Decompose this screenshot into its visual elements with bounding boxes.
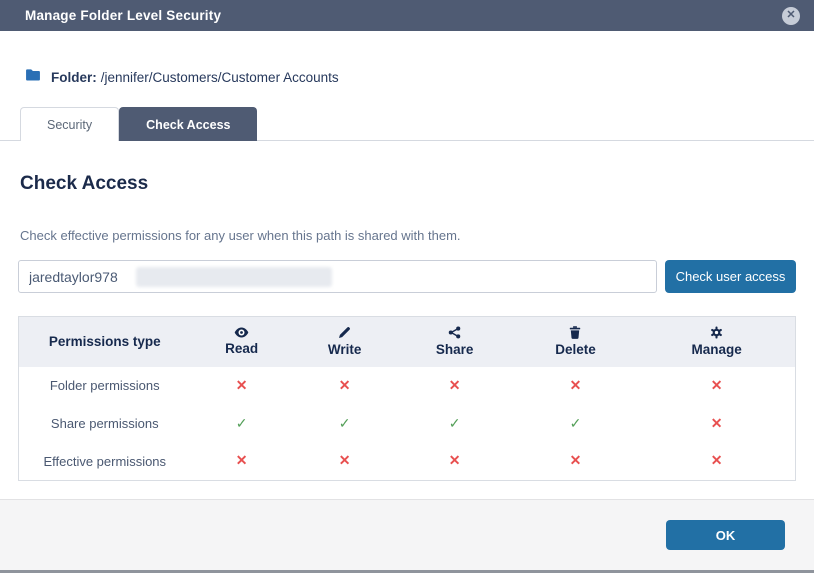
cross-icon: ✕ — [449, 378, 461, 392]
permission-cell: ✕ — [191, 367, 293, 405]
column-share: Share — [397, 317, 513, 367]
check-icon: ✓ — [339, 416, 351, 430]
permissions-table-body: Folder permissions✕✕✕✕✕Share permissions… — [19, 367, 796, 481]
tab-check-access[interactable]: Check Access — [119, 107, 257, 141]
tab-bar: Security Check Access — [0, 107, 814, 141]
column-label-write: Write — [328, 342, 362, 357]
table-row: Share permissions ✓ ✓ ✓ ✓ ✕ — [19, 405, 796, 443]
permission-cell: ✕ — [293, 443, 397, 481]
cross-icon: ✕ — [711, 416, 723, 430]
permission-cell: ✕ — [638, 443, 795, 481]
column-label-read: Read — [225, 341, 258, 356]
permission-cell: ✓ — [513, 405, 639, 443]
cross-icon: ✕ — [570, 378, 582, 392]
row-label: Share permissions — [19, 405, 191, 443]
dialog-titlebar: Manage Folder Level Security ✕ — [0, 0, 814, 31]
gear-icon — [710, 326, 723, 339]
check-icon: ✓ — [236, 416, 248, 430]
column-write: Write — [293, 317, 397, 367]
dialog-footer: OK — [0, 499, 814, 570]
page-title: Check Access — [20, 173, 796, 195]
permission-cell: ✓ — [397, 405, 513, 443]
permission-cell: ✕ — [513, 443, 639, 481]
tab-panel-check-access: Check Access Check effective permissions… — [0, 141, 814, 499]
folder-path-row: Folder: /jennifer/Customers/Customer Acco… — [25, 66, 789, 88]
permission-cell: ✕ — [293, 367, 397, 405]
share-icon — [448, 326, 461, 339]
column-manage: Manage — [638, 317, 795, 367]
table-row: Effective permissions ✕ ✕ ✕ ✕ ✕ — [19, 443, 796, 481]
ok-button[interactable]: OK — [666, 520, 785, 550]
cross-icon: ✕ — [339, 453, 351, 467]
permission-cell: ✕ — [638, 367, 795, 405]
column-read: Read — [191, 317, 293, 367]
folder-path: /jennifer/Customers/Customer Accounts — [101, 70, 339, 85]
permission-cell: ✕ — [191, 443, 293, 481]
check-icon: ✓ — [570, 416, 582, 430]
permission-cell: ✕ — [513, 367, 639, 405]
cross-icon: ✕ — [449, 453, 461, 467]
tab-security[interactable]: Security — [20, 107, 119, 141]
username-input-wrap — [18, 260, 657, 293]
permission-cell: ✕ — [397, 367, 513, 405]
folder-icon — [25, 68, 41, 87]
check-user-access-button[interactable]: Check user access — [665, 260, 796, 293]
column-delete: Delete — [513, 317, 639, 367]
cross-icon: ✕ — [236, 453, 248, 467]
column-label-manage: Manage — [691, 342, 741, 357]
table-row: Folder permissions ✕ ✕ ✕ ✕ ✕ — [19, 367, 796, 405]
close-icon[interactable]: ✕ — [782, 7, 800, 25]
user-check-row: Check user access — [18, 260, 796, 293]
table-header-row: Permissions type Read — [19, 317, 796, 367]
column-label-share: Share — [436, 342, 474, 357]
eye-icon — [234, 327, 249, 338]
manage-folder-security-dialog: Manage Folder Level Security ✕ Folder: /j… — [0, 0, 814, 570]
trash-icon — [569, 326, 581, 339]
permissions-type-header: Permissions type — [19, 317, 191, 367]
permission-cell: ✓ — [191, 405, 293, 443]
username-input[interactable] — [18, 260, 657, 293]
row-label: Effective permissions — [19, 443, 191, 481]
dialog-title: Manage Folder Level Security — [25, 8, 782, 23]
permission-cell: ✕ — [638, 405, 795, 443]
cross-icon: ✕ — [339, 378, 351, 392]
cross-icon: ✕ — [570, 453, 582, 467]
folder-label: Folder: — [51, 70, 97, 85]
row-label: Folder permissions — [19, 367, 191, 405]
folder-path-text: Folder: /jennifer/Customers/Customer Acco… — [51, 70, 339, 85]
cross-icon: ✕ — [236, 378, 248, 392]
pencil-icon — [338, 326, 351, 339]
permissions-table: Permissions type Read — [18, 316, 796, 481]
cross-icon: ✕ — [711, 453, 723, 467]
column-label-delete: Delete — [555, 342, 596, 357]
permission-cell: ✓ — [293, 405, 397, 443]
check-icon: ✓ — [449, 416, 461, 430]
cross-icon: ✕ — [711, 378, 723, 392]
permission-cell: ✕ — [397, 443, 513, 481]
section-description: Check effective permissions for any user… — [20, 228, 796, 243]
